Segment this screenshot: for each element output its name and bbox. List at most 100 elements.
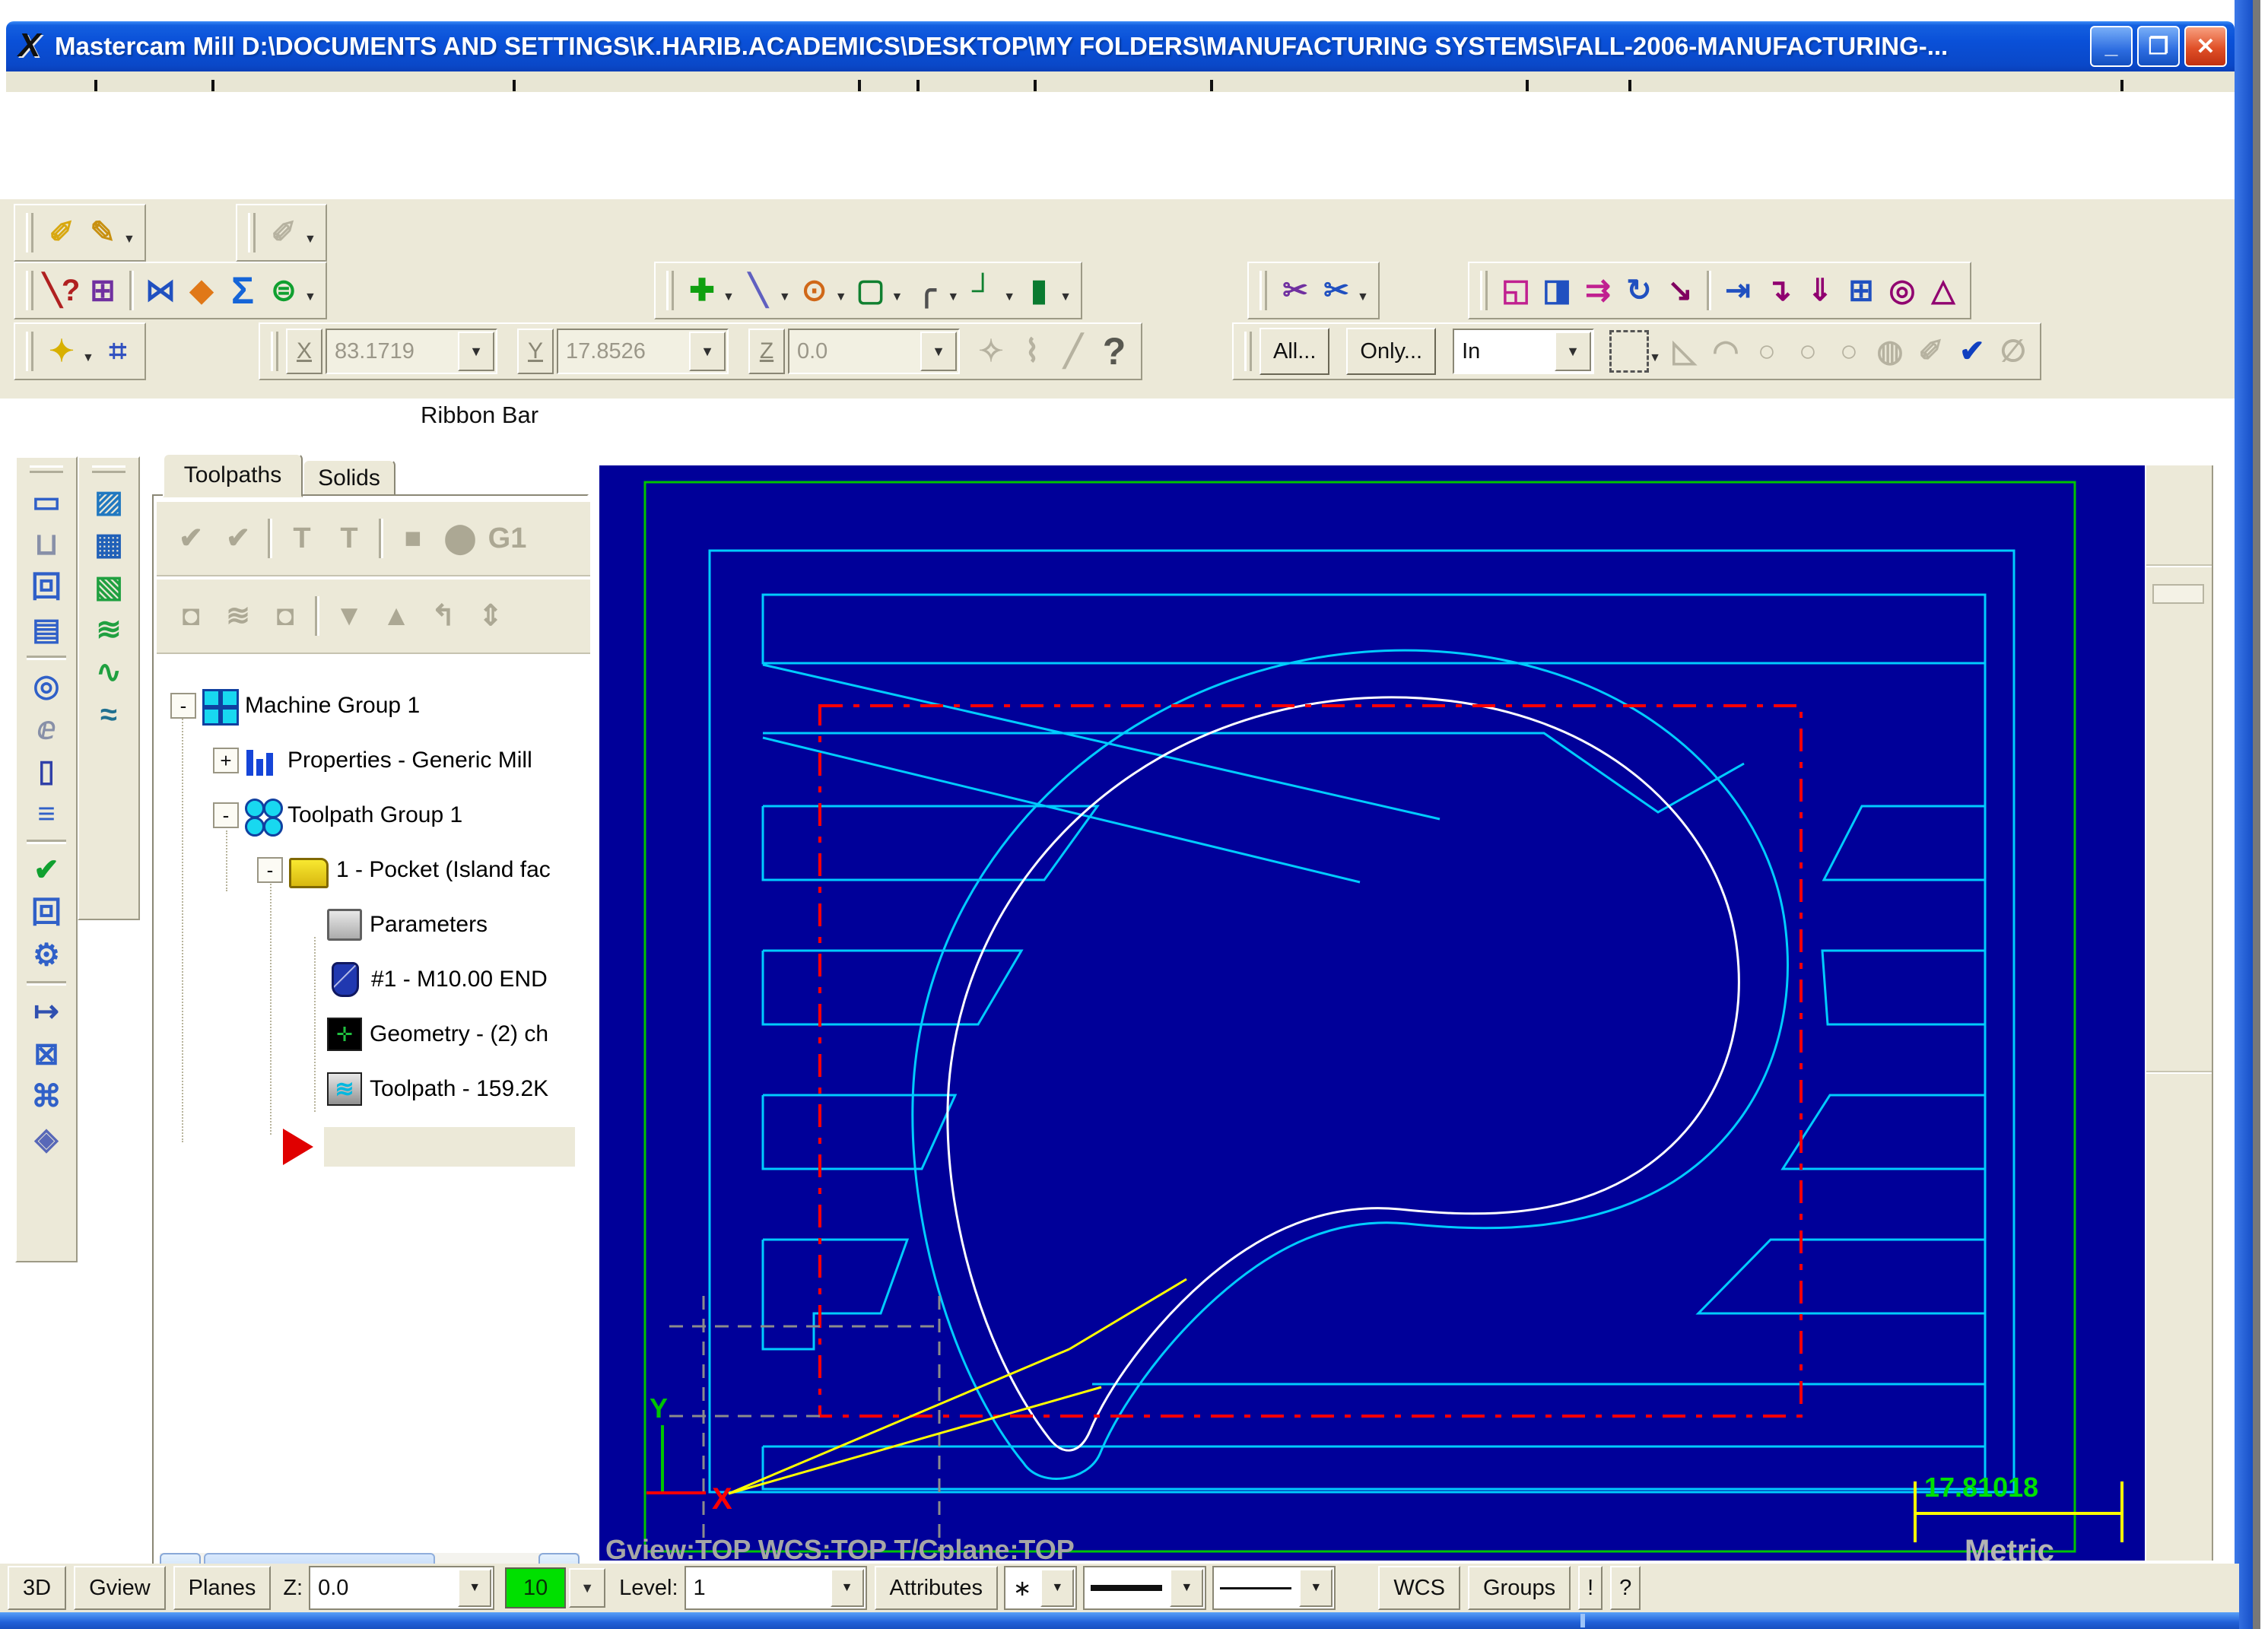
toolpath-circle-mill-icon[interactable]: ◎ [22, 665, 71, 707]
tree-item-label[interactable]: 1 - Pocket (Island fac [336, 857, 551, 883]
y-coordinate-label[interactable]: Y [517, 329, 554, 374]
analyze-angle-icon[interactable]: ◆ [181, 269, 222, 312]
move-down-icon[interactable]: ▼ [326, 593, 373, 639]
tree-item-label[interactable]: Toolpath - 159.2K [370, 1076, 548, 1102]
post-g1-icon[interactable]: G1 [484, 516, 531, 561]
level-combo[interactable]: 1 ▼ [684, 1566, 867, 1610]
close-button[interactable]: ✕ [2184, 26, 2227, 67]
strip-thumb[interactable] [2152, 584, 2204, 604]
surface-flowline-icon[interactable]: ≈ [84, 694, 133, 736]
move-up-icon[interactable]: ▲ [373, 593, 420, 639]
selection-mode-dropdown-icon[interactable]: ▼ [1555, 332, 1592, 371]
wcs-button[interactable]: WCS [1378, 1566, 1460, 1610]
xform-array-icon[interactable]: ⊞ [1841, 269, 1882, 312]
line-width-dropdown-icon[interactable]: ▼ [1299, 1569, 1333, 1607]
create-solid-cylinder-icon[interactable]: ▮ [1018, 269, 1059, 312]
analyze-sum-icon[interactable]: Σ [222, 269, 263, 312]
z-depth-dropdown-icon[interactable]: ▼ [458, 1569, 492, 1607]
toolpath-point-icon[interactable]: ↦ [22, 990, 71, 1033]
select-all-operations-icon[interactable]: ✔ [167, 516, 214, 561]
delete-pencil-icon[interactable]: ✐ [263, 211, 304, 254]
xform-offset-icon[interactable]: ⇉ [1577, 269, 1618, 312]
toolpath-helix-bore-icon[interactable]: ⅇ [22, 707, 71, 750]
select-circle3-icon[interactable]: ○ [1828, 330, 1869, 373]
x-dropdown-icon[interactable]: ▼ [458, 332, 494, 371]
clear-all-operations-icon[interactable]: ✔ [214, 516, 262, 561]
xform-rotate-icon[interactable]: ↻ [1618, 269, 1660, 312]
surface-finish-parallel-icon[interactable]: ≋ [84, 608, 133, 651]
toolpath-pocket-icon[interactable]: 回 [22, 566, 71, 608]
analyze-dynamic-dropdown[interactable]: ▼ [304, 291, 316, 304]
toolpath-verify-icon[interactable]: ✔ [22, 849, 71, 891]
z-depth-combo[interactable]: 0.0 ▼ [309, 1566, 495, 1610]
restore-button[interactable]: ❐ [2137, 26, 2180, 67]
analyze-entity-icon[interactable]: ╲? [41, 269, 82, 312]
trim-divide-dropdown[interactable]: ▼ [1357, 291, 1369, 304]
xform-scale-icon[interactable]: ↘ [1660, 269, 1701, 312]
create-point-dropdown[interactable]: ▼ [723, 291, 735, 304]
help-icon[interactable]: ? [1094, 330, 1135, 373]
create-fillet-icon[interactable]: ╭ [906, 269, 947, 312]
tree-row-properties[interactable]: + Properties - Generic Mill [213, 735, 532, 786]
analyze-contour-icon[interactable]: ⋈ [140, 269, 181, 312]
backplot-icon[interactable]: ■ [389, 516, 437, 561]
gview-icon[interactable]: ⌇ [1012, 330, 1053, 373]
tree-item-label[interactable]: Machine Group 1 [245, 693, 420, 719]
z-label[interactable]: Z: [283, 1576, 303, 1601]
xform-mirror-icon[interactable]: ◨ [1536, 269, 1577, 312]
gview-button[interactable]: Gview [74, 1566, 166, 1610]
xform-translate3d-icon[interactable]: ⇥ [1717, 269, 1758, 312]
attributes-button[interactable]: Attributes [874, 1566, 998, 1610]
create-chamfer-icon[interactable]: ┘ [962, 269, 1003, 312]
tab-solids[interactable]: Solids [303, 459, 395, 497]
select-validate-icon[interactable]: ✔ [1952, 330, 1993, 373]
collapse-icon[interactable]: - [170, 693, 196, 719]
toolbar-grip[interactable] [92, 465, 125, 473]
verify-icon[interactable]: ⬤ [437, 516, 484, 561]
point-style-dropdown-icon[interactable]: ▼ [1040, 1569, 1075, 1607]
level-dropdown-icon[interactable]: ▼ [830, 1569, 864, 1607]
create-arc-icon[interactable]: ⊙ [794, 269, 835, 312]
toolpath-drill-icon[interactable]: ⊔ [22, 523, 71, 566]
tree-row-toolpath-group[interactable]: - Toolpath Group 1 [213, 789, 462, 841]
redo-pencil-icon[interactable]: ✎ [82, 211, 123, 254]
xform-translate-icon[interactable]: ◱ [1495, 269, 1536, 312]
z-depth-icon[interactable]: ╱ [1053, 330, 1094, 373]
xform-nesting-icon[interactable]: △ [1923, 269, 1964, 312]
toolpath-contour-icon[interactable]: ▭ [22, 481, 71, 523]
tree-insert-position[interactable] [283, 1121, 575, 1173]
tree-row-geometry[interactable]: ✛ Geometry - (2) ch [327, 1008, 548, 1060]
surface-finish-contour-icon[interactable]: ▧ [84, 566, 133, 608]
color-dropdown-icon[interactable]: ▼ [569, 1568, 606, 1608]
planes-button[interactable]: Planes [173, 1566, 272, 1610]
create-rectangle-dropdown[interactable]: ▼ [891, 291, 904, 304]
select-pencil-icon[interactable]: ✐ [1911, 330, 1952, 373]
tree-item-label[interactable]: Geometry - (2) ch [370, 1021, 548, 1047]
surface-rough-pocket-icon[interactable]: ▦ [84, 523, 133, 566]
select-circle1-icon[interactable]: ○ [1746, 330, 1787, 373]
line-style-combo[interactable]: ▼ [1083, 1566, 1207, 1610]
graphics-canvas[interactable]: Y X 17.81018 Metric Gview:TOP WCS:TOP T/Cpla… [599, 465, 2145, 1567]
xform-roll-icon[interactable]: ◎ [1882, 269, 1923, 312]
x-coordinate-label[interactable]: X [286, 329, 322, 374]
toolpath-solid-icon[interactable]: ◈ [22, 1118, 71, 1161]
minimize-button[interactable]: _ [2090, 26, 2133, 67]
groups-button[interactable]: Groups [1467, 1566, 1571, 1610]
color-selector[interactable]: 10 [505, 1567, 567, 1608]
y-dropdown-icon[interactable]: ▼ [689, 332, 726, 371]
select-clear-icon[interactable]: ∅ [1993, 330, 2034, 373]
select-arc1-icon[interactable]: ◠ [1705, 330, 1746, 373]
tree-row-pocket-operation[interactable]: - 1 - Pocket (Island fac [257, 844, 551, 896]
tree-row-toolpath-file[interactable]: ≋ Toolpath - 159.2K [327, 1063, 548, 1115]
create-arc-dropdown[interactable]: ▼ [835, 291, 847, 304]
expand-icon[interactable]: + [213, 748, 239, 773]
z-coordinate-label[interactable]: Z [748, 329, 785, 374]
collapse-icon[interactable]: - [213, 802, 239, 828]
toolpath-thread-mill-icon[interactable]: ≡ [22, 792, 71, 835]
select-circle2-icon[interactable]: ○ [1787, 330, 1828, 373]
tree-row-tool[interactable]: #1 - M10.00 END [327, 954, 548, 1005]
select-all-button[interactable]: All... [1259, 328, 1330, 375]
toolpath-display-icon[interactable]: ≋ [214, 593, 262, 639]
tree-row-parameters[interactable]: Parameters [327, 899, 488, 951]
lock-posting-icon[interactable]: ◘ [262, 593, 309, 639]
